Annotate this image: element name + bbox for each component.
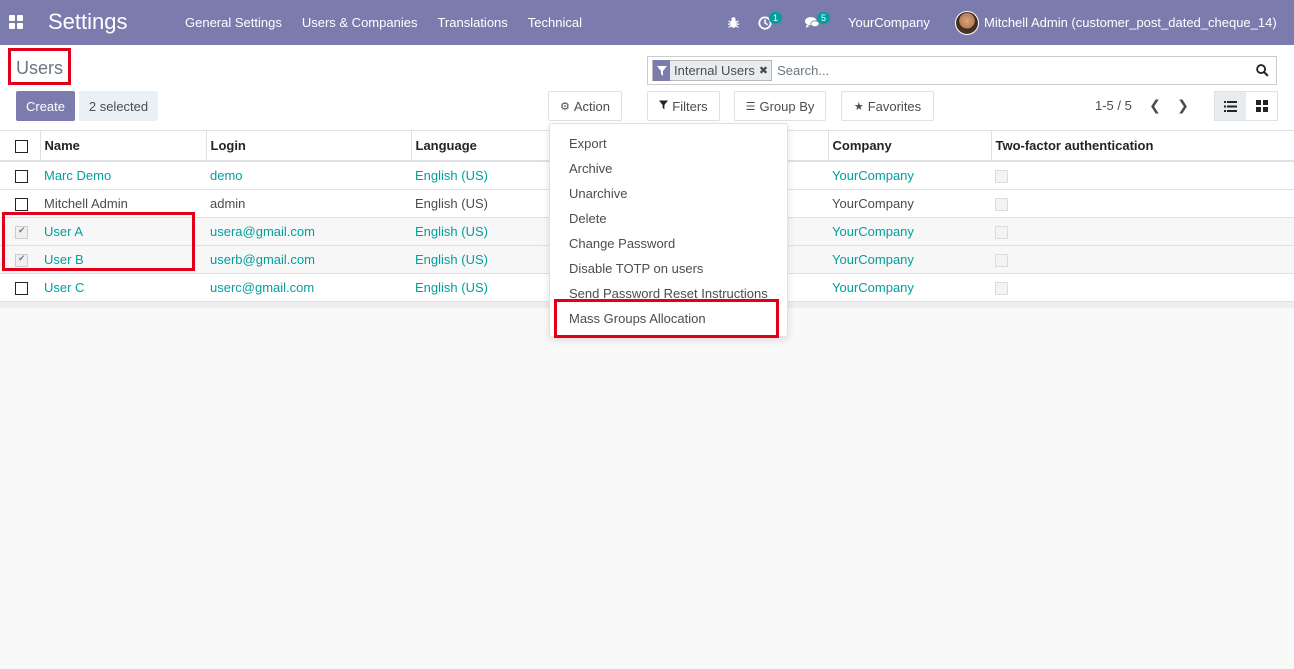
app-title[interactable]: Settings (48, 9, 128, 35)
kanban-view-icon[interactable] (1246, 92, 1277, 120)
menu-item-disable-totp[interactable]: Disable TOTP on users (550, 256, 787, 281)
select-all-cell (0, 131, 41, 162)
column-header-login[interactable]: Login (206, 131, 412, 162)
row-checkbox-checked[interactable] (15, 253, 28, 267)
cell-login: demo (206, 160, 411, 189)
activity-count-badge: 1 (769, 11, 783, 24)
bars-icon: ☰ (745, 100, 756, 113)
filter-icon (653, 60, 670, 81)
two-factor-checkbox (995, 169, 1008, 183)
favorites-label: Favorites (867, 98, 922, 114)
action-label: Action (573, 98, 610, 114)
top-menu: General Settings Users & Companies Trans… (175, 0, 592, 45)
facet-value: Internal Users (674, 63, 755, 78)
message-count-badge: 5 (817, 11, 831, 24)
apps-menu-icon[interactable] (9, 15, 23, 29)
cell-company: YourCompany (828, 272, 991, 301)
search-icon[interactable] (1252, 61, 1272, 81)
cell-login: admin (206, 188, 411, 217)
user-name: Mitchell Admin (customer_post_dated_cheq… (984, 15, 1277, 30)
row-checkbox[interactable] (15, 281, 28, 295)
cell-company: YourCompany (828, 188, 991, 217)
gear-icon: ⚙ (559, 100, 570, 113)
cell-name[interactable]: Marc Demo (40, 160, 206, 189)
search-facet: Internal Users ✖ (652, 60, 773, 81)
action-button[interactable]: ⚙ Action (548, 91, 622, 121)
group-by-button[interactable]: ☰ Group By (734, 91, 826, 121)
menu-item-archive[interactable]: Archive (550, 156, 787, 181)
star-icon: ★ (853, 100, 864, 113)
cell-name[interactable]: User B (40, 244, 206, 273)
user-menu[interactable]: Mitchell Admin (customer_post_dated_cheq… (955, 0, 1277, 45)
menu-item-delete[interactable]: Delete (550, 206, 787, 231)
activity-clock-icon[interactable]: 1 (758, 0, 783, 45)
menu-item-unarchive[interactable]: Unarchive (550, 181, 787, 206)
cell-company: YourCompany (828, 160, 991, 189)
filters-button[interactable]: Filters (647, 91, 720, 121)
menu-item-mass-groups-allocation[interactable]: Mass Groups Allocation (550, 306, 787, 331)
create-button[interactable]: Create (16, 91, 75, 121)
menu-users-companies[interactable]: Users & Companies (292, 0, 428, 45)
chevron-left-icon[interactable]: ❮ (1144, 93, 1166, 117)
control-panel: Users Internal Users ✖ Create 2 selected… (0, 45, 1294, 131)
column-header-company[interactable]: Company (828, 131, 992, 162)
pager-value[interactable]: 1-5 / 5 (1095, 98, 1132, 113)
two-factor-checkbox (995, 197, 1008, 211)
view-switcher (1214, 91, 1278, 121)
chevron-right-icon[interactable]: ❯ (1172, 93, 1194, 117)
company-switcher[interactable]: YourCompany (848, 0, 930, 45)
menu-item-send-password-reset[interactable]: Send Password Reset Instructions (550, 281, 787, 306)
two-factor-checkbox (995, 253, 1008, 267)
row-checkbox[interactable] (15, 197, 28, 211)
menu-technical[interactable]: Technical (518, 0, 592, 45)
search-bar: Internal Users ✖ (647, 56, 1277, 85)
menu-item-export[interactable]: Export (550, 131, 787, 156)
cell-name[interactable]: Mitchell Admin (40, 188, 206, 217)
two-factor-checkbox (995, 225, 1008, 239)
cell-login: userb@gmail.com (206, 244, 411, 273)
top-navbar: Settings General Settings Users & Compan… (0, 0, 1294, 45)
facet-remove-icon[interactable]: ✖ (759, 64, 771, 77)
column-header-name[interactable]: Name (40, 131, 207, 162)
debug-bug-icon[interactable] (727, 0, 740, 45)
two-factor-checkbox (995, 281, 1008, 295)
row-checkbox-checked[interactable] (15, 225, 28, 239)
row-checkbox[interactable] (15, 169, 28, 183)
page-title: Users (16, 58, 64, 78)
menu-item-change-password[interactable]: Change Password (550, 231, 787, 256)
filters-label: Filters (672, 98, 708, 114)
avatar (955, 10, 979, 35)
search-input[interactable] (777, 63, 1252, 78)
list-view-icon[interactable] (1215, 92, 1246, 120)
menu-translations[interactable]: Translations (427, 0, 517, 45)
cell-login: usera@gmail.com (206, 216, 411, 245)
favorites-button[interactable]: ★ Favorites (841, 91, 934, 121)
cell-company: YourCompany (828, 244, 991, 273)
cell-name[interactable]: User C (40, 272, 206, 301)
selected-count: 2 selected (79, 91, 158, 121)
filter-icon (659, 100, 669, 113)
cell-name[interactable]: User A (40, 216, 206, 245)
select-all-checkbox[interactable] (15, 140, 28, 154)
group-by-label: Group By (759, 98, 815, 114)
column-header-two-factor[interactable]: Two-factor authentication (991, 131, 1294, 162)
menu-general-settings[interactable]: General Settings (175, 0, 292, 45)
action-dropdown-menu: Export Archive Unarchive Delete Change P… (549, 123, 788, 337)
messages-chat-icon[interactable]: 5 (805, 0, 831, 45)
cell-login: userc@gmail.com (206, 272, 411, 301)
cell-company: YourCompany (828, 216, 991, 245)
